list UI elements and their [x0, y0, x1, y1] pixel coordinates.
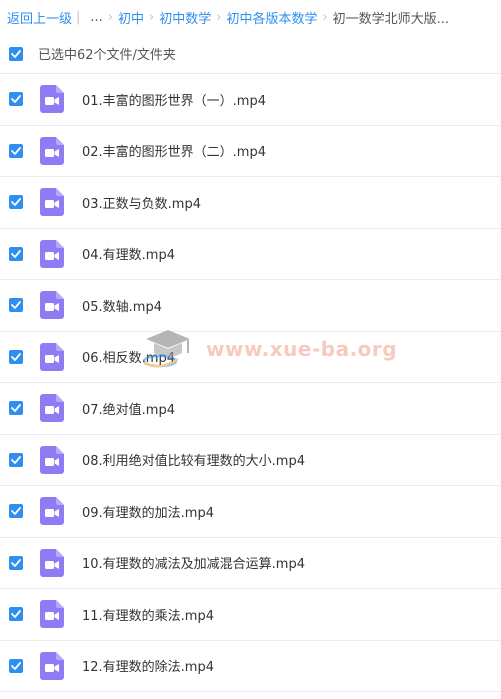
- checkmark-icon: [11, 249, 21, 258]
- checkmark-icon: [11, 95, 21, 104]
- file-name[interactable]: 11.有理数的乘法.mp4: [82, 605, 214, 624]
- checkmark-icon: [11, 661, 21, 670]
- video-file-icon: [40, 548, 64, 577]
- file-name[interactable]: 05.数轴.mp4: [82, 296, 162, 315]
- checkmark-icon: [11, 301, 21, 310]
- file-row[interactable]: 09.有理数的加法.mp4: [0, 486, 501, 538]
- video-file-icon: [40, 445, 64, 474]
- breadcrumb: 返回上一级 | ... › 初中 › 初中数学 › 初中各版本数学 › 初一数学…: [0, 0, 501, 34]
- checkmark-icon: [11, 198, 21, 207]
- file-name[interactable]: 08.利用绝对值比较有理数的大小.mp4: [82, 450, 305, 469]
- video-file-icon: [40, 239, 64, 268]
- breadcrumb-separator: ›: [322, 9, 328, 25]
- breadcrumb-separator: ›: [216, 9, 222, 25]
- file-name[interactable]: 09.有理数的加法.mp4: [82, 502, 214, 521]
- file-checkbox[interactable]: [9, 504, 23, 519]
- file-checkbox[interactable]: [9, 143, 23, 158]
- checkmark-icon: [11, 49, 21, 58]
- video-file-icon: [40, 85, 64, 114]
- selection-bar: 已选中62个文件/文件夹: [0, 34, 501, 74]
- video-file-icon: [40, 291, 64, 320]
- breadcrumb-divider: |: [76, 9, 81, 25]
- back-link[interactable]: 返回上一级: [7, 8, 72, 27]
- video-file-icon: [40, 600, 64, 629]
- checkmark-icon: [11, 146, 21, 155]
- video-file-icon: [40, 651, 64, 680]
- selection-count: 已选中62个文件/文件夹: [38, 48, 176, 63]
- file-row[interactable]: 05.数轴.mp4: [0, 280, 501, 332]
- file-checkbox[interactable]: [9, 452, 23, 467]
- file-row[interactable]: 01.丰富的图形世界（一）.mp4: [0, 74, 501, 126]
- file-checkbox[interactable]: [9, 349, 23, 364]
- breadcrumb-separator: ›: [107, 9, 114, 25]
- checkmark-icon: [11, 404, 21, 413]
- video-file-icon: [40, 136, 64, 165]
- file-checkbox[interactable]: [9, 401, 23, 416]
- file-name[interactable]: 03.正数与负数.mp4: [82, 193, 201, 212]
- file-name[interactable]: 07.绝对值.mp4: [82, 399, 175, 418]
- file-checkbox[interactable]: [9, 607, 23, 622]
- video-file-icon: [40, 394, 64, 423]
- file-checkbox[interactable]: [9, 658, 23, 673]
- checkmark-icon: [11, 507, 21, 516]
- file-row[interactable]: 06.相反数.mp4: [0, 332, 501, 383]
- file-checkbox[interactable]: [9, 246, 23, 261]
- video-file-icon: [40, 497, 64, 526]
- file-row[interactable]: 11.有理数的乘法.mp4: [0, 589, 501, 641]
- file-row[interactable]: 08.利用绝对值比较有理数的大小.mp4: [0, 435, 501, 486]
- file-list: 01.丰富的图形世界（一）.mp4 02.丰富的图形世界（二）.mp4 03.正…: [0, 74, 501, 692]
- breadcrumb-separator: ›: [149, 9, 155, 25]
- file-checkbox[interactable]: [9, 92, 23, 107]
- select-all-checkbox[interactable]: [9, 46, 23, 61]
- file-checkbox[interactable]: [9, 195, 23, 210]
- checkmark-icon: [11, 455, 21, 464]
- file-checkbox[interactable]: [9, 298, 23, 313]
- checkmark-icon: [11, 610, 21, 619]
- file-name[interactable]: 01.丰富的图形世界（一）.mp4: [82, 90, 266, 109]
- file-name[interactable]: 12.有理数的除法.mp4: [82, 656, 214, 675]
- file-name[interactable]: 04.有理数.mp4: [82, 244, 175, 263]
- file-name[interactable]: 10.有理数的减法及加减混合运算.mp4: [82, 553, 305, 572]
- breadcrumb-ellipsis[interactable]: ...: [90, 10, 102, 25]
- file-row[interactable]: 04.有理数.mp4: [0, 229, 501, 280]
- file-row[interactable]: 07.绝对值.mp4: [0, 383, 501, 435]
- checkmark-icon: [11, 352, 21, 361]
- breadcrumb-current: 初一数学北师大版...: [332, 11, 450, 27]
- file-name[interactable]: 02.丰富的图形世界（二）.mp4: [82, 141, 266, 160]
- breadcrumb-item[interactable]: 初中数学: [159, 8, 211, 27]
- file-row[interactable]: 02.丰富的图形世界（二）.mp4: [0, 126, 501, 177]
- file-row[interactable]: 10.有理数的减法及加减混合运算.mp4: [0, 538, 501, 589]
- file-row[interactable]: 03.正数与负数.mp4: [0, 177, 501, 229]
- video-file-icon: [40, 188, 64, 217]
- breadcrumb-item[interactable]: 初中各版本数学: [226, 8, 317, 27]
- checkmark-icon: [11, 558, 21, 567]
- breadcrumb-item[interactable]: 初中: [118, 8, 144, 27]
- file-row[interactable]: 12.有理数的除法.mp4: [0, 641, 501, 692]
- file-name[interactable]: 06.相反数.mp4: [82, 347, 175, 366]
- file-checkbox[interactable]: [9, 555, 23, 570]
- video-file-icon: [40, 342, 64, 371]
